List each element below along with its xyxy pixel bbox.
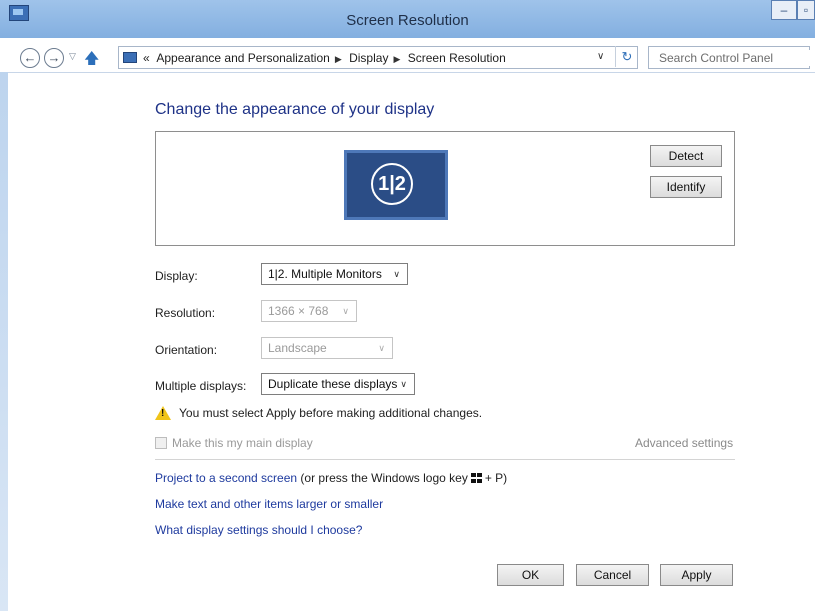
refresh-icon: ↻: [621, 49, 633, 64]
orientation-label: Orientation:: [155, 343, 218, 357]
resolution-select: 1366 × 768 ∨: [261, 300, 357, 322]
cancel-button[interactable]: Cancel: [576, 564, 649, 586]
display-label: Display:: [155, 269, 198, 283]
refresh-button[interactable]: ↻: [615, 46, 638, 67]
page-title: Change the appearance of your display: [155, 101, 435, 118]
chevron-down-icon: ∨: [342, 306, 349, 316]
advanced-settings-link[interactable]: Advanced settings: [635, 436, 733, 450]
forward-button[interactable]: →: [44, 48, 64, 68]
warning-text: You must select Apply before making addi…: [179, 406, 483, 420]
monitor-icon[interactable]: 1|2: [344, 150, 448, 220]
breadcrumb-display[interactable]: Display: [349, 51, 388, 65]
display-arrangement-panel: 1|2 Detect Identify: [155, 131, 735, 246]
larger-text-link[interactable]: Make text and other items larger or smal…: [155, 497, 383, 511]
project-second-screen-row: Project to a second screen (or press the…: [155, 471, 507, 485]
up-button[interactable]: 🡅: [84, 48, 99, 73]
project-second-screen-link[interactable]: Project to a second screen: [155, 471, 297, 485]
breadcrumb-separator-icon[interactable]: ▶: [335, 54, 342, 64]
breadcrumb: « Appearance and Personalization ▶ Displa…: [143, 51, 510, 65]
forward-arrow-icon: →: [47, 50, 61, 65]
chevron-down-icon: ∨: [400, 379, 407, 389]
breadcrumb-screen-resolution[interactable]: Screen Resolution: [408, 51, 506, 65]
control-panel-icon: [123, 52, 137, 63]
project-hint-end: + P): [484, 471, 508, 485]
address-bar[interactable]: « Appearance and Personalization ▶ Displa…: [118, 46, 638, 69]
search-box[interactable]: [648, 46, 811, 69]
project-hint-text: (or press the Windows logo key: [300, 471, 468, 485]
apply-button[interactable]: Apply: [660, 564, 733, 586]
minimize-button[interactable]: –: [771, 0, 797, 20]
back-arrow-icon: ←: [23, 50, 37, 65]
back-button[interactable]: ←: [20, 48, 40, 68]
windows-logo-icon: [470, 473, 482, 483]
window-title: Screen Resolution: [346, 12, 469, 29]
chevron-down-icon: ∨: [378, 343, 385, 353]
display-select[interactable]: 1|2. Multiple Monitors ∨: [261, 263, 408, 285]
orientation-select: Landscape ∨: [261, 337, 393, 359]
chevron-down-icon: ∨: [393, 269, 400, 279]
multiple-displays-select[interactable]: Duplicate these displays ∨: [261, 373, 415, 395]
ok-button[interactable]: OK: [497, 564, 564, 586]
navigation-bar: ← → ▽ 🡅 « Appearance and Personalization…: [0, 38, 815, 73]
divider: [155, 459, 735, 460]
address-dropdown-icon[interactable]: ∨: [597, 51, 604, 62]
up-arrow-icon: 🡅: [84, 50, 100, 67]
main-display-label: Make this my main display: [172, 436, 313, 450]
breadcrumb-appearance[interactable]: Appearance and Personalization: [156, 51, 329, 65]
identify-button[interactable]: Identify: [650, 176, 722, 198]
title-bar: Screen Resolution – ▫: [0, 0, 815, 38]
maximize-button[interactable]: ▫: [797, 0, 815, 20]
multiple-displays-label: Multiple displays:: [155, 379, 247, 393]
history-dropdown-button[interactable]: ▽: [69, 51, 76, 62]
detect-button[interactable]: Detect: [650, 145, 722, 167]
search-input[interactable]: [657, 50, 811, 66]
left-stripe: [0, 72, 8, 611]
resolution-label: Resolution:: [155, 306, 216, 320]
breadcrumb-separator-icon[interactable]: ▶: [393, 54, 400, 64]
monitor-number-badge: 1|2: [371, 163, 413, 205]
overflow-chevron-icon[interactable]: «: [143, 51, 150, 65]
display-settings-help-link[interactable]: What display settings should I choose?: [155, 523, 362, 537]
main-display-checkbox: [155, 437, 167, 449]
